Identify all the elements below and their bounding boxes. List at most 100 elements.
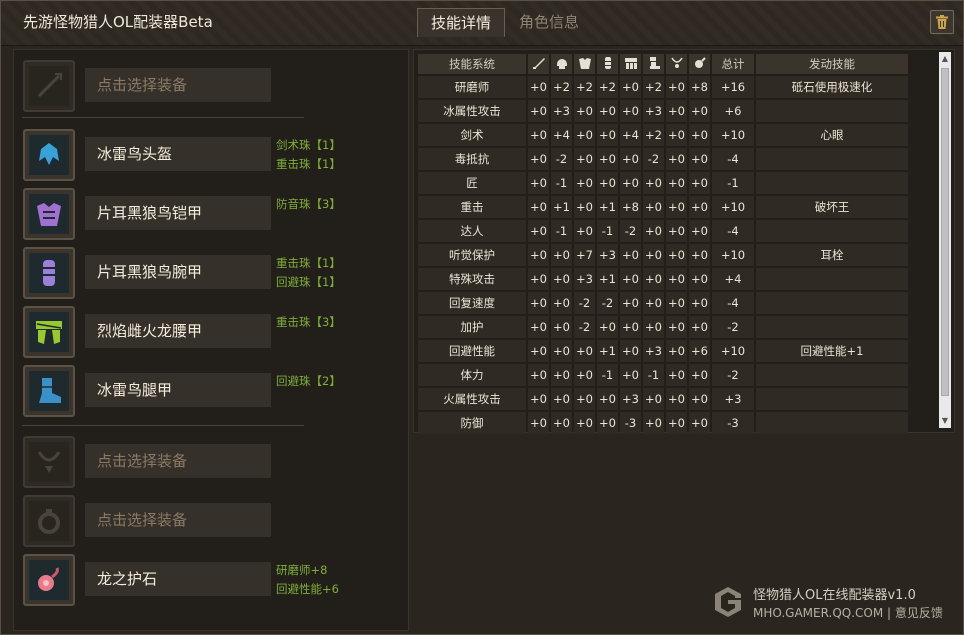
skill-name-cell: 重击 (418, 196, 526, 218)
skill-total-cell: -3 (712, 412, 754, 434)
skill-value-cell: +0 (666, 100, 687, 122)
equipment-name[interactable]: 龙之护石 (85, 562, 271, 596)
skill-total-cell: -4 (712, 148, 754, 170)
activated-skill-cell (756, 100, 908, 122)
equipment-name[interactable]: 烈焰雌火龙腰甲 (85, 314, 271, 348)
equipment-icon-frame (29, 501, 69, 541)
helmet-icon (556, 58, 567, 69)
select-equipment-button[interactable]: 点击选择装备 (85, 503, 271, 537)
skills-table: 技能系统 总计 发动技能 研磨师 +0 +2 +2 +2 +0 +2 +0 +8… (416, 52, 910, 436)
equipment-slot-2[interactable] (23, 188, 75, 240)
necklace-icon (670, 57, 683, 68)
equipment-slot-5[interactable] (23, 365, 75, 417)
title-bar: 先游怪物猎人OL配装器Beta 技能详情 角色信息 (1, 1, 963, 46)
tab-character-info[interactable]: 角色信息 (507, 8, 591, 36)
gem-label: 回避珠【2】 (276, 374, 341, 388)
skill-value-cell: +0 (666, 148, 687, 170)
scroll-up-arrow-icon[interactable]: ▲ (939, 52, 951, 66)
skill-row: 加护 +0 +0 -2 +0 +0 +0 +0 +0 -2 (418, 316, 908, 338)
skill-row: 体力 +0 +0 +0 -1 +0 -1 +0 +0 -2 (418, 364, 908, 386)
equipment-icon-frame (29, 560, 69, 600)
skill-value-cell: +2 (597, 76, 618, 98)
skill-value-cell: +0 (689, 316, 710, 338)
divider (22, 117, 304, 118)
gem-label: 重击珠【3】 (276, 315, 341, 329)
leg-icon (649, 56, 660, 69)
skill-value-cell: +0 (551, 244, 572, 266)
skill-value-cell: +3 (551, 100, 572, 122)
skill-value-cell: +0 (620, 100, 641, 122)
skill-value-cell: +0 (666, 340, 687, 362)
header-chest-col (574, 54, 595, 74)
skill-total-cell: -4 (712, 292, 754, 314)
skill-value-cell: +0 (643, 244, 664, 266)
skill-value-cell: +0 (528, 388, 549, 410)
skill-value-cell: +3 (643, 340, 664, 362)
header-helmet-col (551, 54, 572, 74)
skill-value-cell: +0 (551, 340, 572, 362)
gem-label: 重击珠【1】 (276, 157, 341, 171)
skill-value-cell: +0 (666, 292, 687, 314)
skill-value-cell: +0 (620, 364, 641, 386)
equipment-slot-1[interactable] (23, 129, 75, 181)
skill-total-cell: +6 (712, 100, 754, 122)
equipment-name[interactable]: 冰雷鸟头盔 (85, 137, 271, 171)
skill-value-cell: -1 (597, 220, 618, 242)
skill-value-cell: +0 (574, 388, 595, 410)
skill-value-cell: +3 (597, 244, 618, 266)
skill-value-cell: +0 (551, 316, 572, 338)
equipment-slot-8[interactable] (23, 554, 75, 606)
scroll-down-arrow-icon[interactable]: ▼ (939, 414, 951, 428)
equipment-slot-4[interactable] (23, 306, 75, 358)
skill-total-cell: -2 (712, 364, 754, 386)
skill-value-cell: +0 (666, 220, 687, 242)
helmet-icon (39, 143, 59, 165)
activated-skill-cell (756, 388, 908, 410)
skill-value-cell: +0 (689, 124, 710, 146)
skill-value-cell: +0 (689, 412, 710, 434)
skill-row: 防御 +0 +0 +0 +0 -3 +0 +0 +0 -3 (418, 412, 908, 434)
equipment-panel: 点击选择装备 冰雷鸟头盔 剑术珠【1】 重击珠【1】 片耳黑狼鸟铠甲 防音珠【3】 片耳黑狼… (13, 49, 409, 631)
skill-value-cell: +0 (528, 76, 549, 98)
skill-value-cell: +0 (574, 100, 595, 122)
skill-value-cell: +0 (528, 124, 549, 146)
waist-icon (624, 57, 637, 69)
skill-value-cell: +0 (620, 172, 641, 194)
skill-value-cell: +0 (620, 268, 641, 290)
skill-value-cell: +0 (597, 148, 618, 170)
equipment-slot-0[interactable] (23, 60, 75, 112)
equipment-icon-frame (29, 135, 69, 175)
talisman-icon (38, 567, 59, 591)
clear-button[interactable] (930, 10, 954, 34)
chest-icon (578, 57, 591, 69)
select-equipment-button[interactable]: 点击选择装备 (85, 444, 271, 478)
equipment-icon-frame (29, 312, 69, 352)
equipment-slot-6[interactable] (23, 436, 75, 488)
equipment-slot-7[interactable] (23, 495, 75, 547)
equipment-icon-frame (29, 194, 69, 234)
skill-value-cell: +1 (597, 268, 618, 290)
arm-armor-icon (43, 260, 55, 286)
skill-value-cell: +0 (620, 76, 641, 98)
footer-links[interactable]: MHO.GAMER.QQ.COM | 意见反馈 (753, 604, 943, 621)
equipment-name[interactable]: 冰雷鸟腿甲 (85, 373, 271, 407)
skill-value-cell: -2 (551, 148, 572, 170)
skill-total-cell: +10 (712, 340, 754, 362)
equipment-slot-3[interactable] (23, 247, 75, 299)
skill-name-cell: 回复速度 (418, 292, 526, 314)
select-equipment-button[interactable]: 点击选择装备 (85, 68, 271, 102)
equipment-icon-frame (29, 371, 69, 411)
tab-skill-details[interactable]: 技能详情 (417, 8, 505, 37)
gem-label: 剑术珠【1】 (276, 138, 341, 152)
scroll-thumb[interactable] (941, 68, 949, 396)
skill-row: 匠 +0 -1 +0 +0 +0 +0 +0 +0 -1 (418, 172, 908, 194)
skill-value-cell: -2 (597, 292, 618, 314)
equipment-name[interactable]: 片耳黑狼鸟铠甲 (85, 196, 271, 230)
ring-icon (38, 509, 60, 534)
equipment-name[interactable]: 片耳黑狼鸟腕甲 (85, 255, 271, 289)
skills-scrollbar[interactable]: ▲ ▼ (939, 52, 951, 428)
skill-value-cell: +0 (689, 100, 710, 122)
skill-value-cell: +2 (643, 76, 664, 98)
skill-value-cell: +0 (597, 412, 618, 434)
activated-skill-cell: 砥石使用极速化 (756, 76, 908, 98)
